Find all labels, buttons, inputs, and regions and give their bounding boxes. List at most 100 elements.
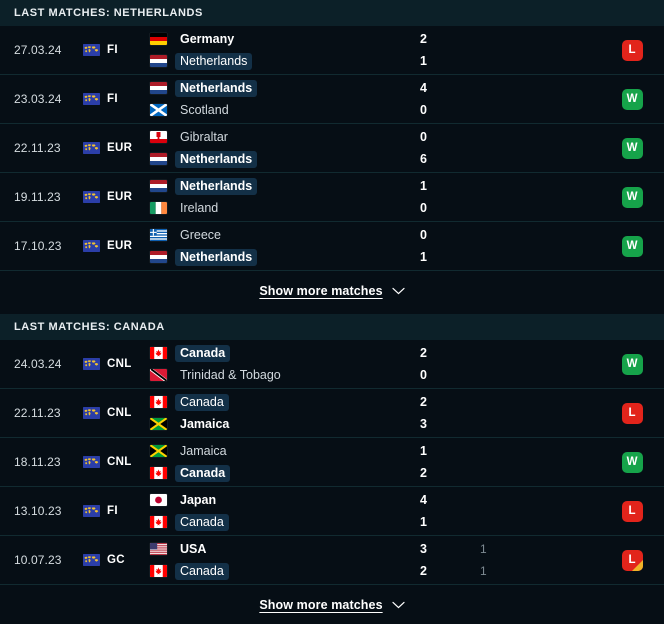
team-name-home: Netherlands [175,79,258,97]
flag-icon-nl [150,55,167,67]
score-away: 1 [420,250,427,264]
world-globe-icon [83,358,100,370]
result-column: L [600,536,664,584]
score-home: 1 [420,444,427,458]
show-more-matches-button[interactable]: Show more matches [0,271,664,310]
match-date: 22.11.23 [14,406,61,420]
result-letter: L [628,44,636,56]
team-line-home[interactable]: Canada [150,393,420,411]
result-letter: W [626,191,638,203]
score-column: 4 1 [420,487,480,535]
competition-abbr: EUR [107,142,133,154]
section-header-title: LAST MATCHES: CANADA [14,321,165,333]
competition-cell[interactable]: FI [72,487,144,535]
flag-icon-tt [150,369,167,381]
table-row[interactable]: 19.11.23 EUR Netherlands Ireland 1 0 W [0,173,664,222]
table-row[interactable]: 22.11.23 CNL Canada Jamaica 2 3 L [0,389,664,438]
team-name-home: Gibraltar [180,129,228,144]
table-row[interactable]: 27.03.24 FI Germany Netherlands 2 1 L [0,26,664,75]
table-row[interactable]: 22.11.23 EUR Gibraltar Netherlands 0 6 W [0,124,664,173]
score-home: 4 [420,81,427,95]
team-line-away[interactable]: Trinidad & Tobago [150,366,420,384]
result-letter: W [626,93,638,105]
score-away: 0 [420,103,427,117]
team-name-away: Canada [175,513,229,531]
score-away: 0 [420,368,427,382]
result-letter: W [626,240,638,252]
team-line-away[interactable]: Scotland [150,101,420,119]
competition-abbr: GC [107,554,125,566]
penalty-column [480,340,600,388]
result-column: W [600,222,664,270]
status-badge: L [621,402,643,424]
team-line-home[interactable]: Japan [150,491,420,509]
show-more-matches-button[interactable]: Show more matches [0,585,664,624]
competition-cell[interactable]: EUR [72,173,144,221]
team-name-home: USA [180,541,207,556]
score-away: 2 [420,564,427,578]
competition-cell[interactable]: CNL [72,340,144,388]
team-line-away[interactable]: Netherlands [150,52,420,70]
flag-icon-gi [150,131,167,143]
table-row[interactable]: 17.10.23 EUR Greece Netherlands 0 1 W [0,222,664,271]
team-line-home[interactable]: Germany [150,30,420,48]
team-line-home[interactable]: Netherlands [150,177,420,195]
flag-icon-us [150,543,167,555]
competition-cell[interactable]: EUR [72,124,144,172]
flag-icon-de [150,33,167,45]
match-date: 13.10.23 [14,504,62,518]
team-line-home[interactable]: Greece [150,226,420,244]
world-globe-icon [83,44,100,56]
match-date: 18.11.23 [14,455,61,469]
score-column: 4 0 [420,75,480,123]
competition-cell[interactable]: FI [72,75,144,123]
table-row[interactable]: 10.07.23 GC USA Canada 3 2 1 1 L [0,536,664,585]
score-away: 1 [420,54,427,68]
score-home: 3 [420,542,427,556]
result-letter: W [626,142,638,154]
world-globe-icon [83,93,100,105]
teams-column: Jamaica Canada [144,438,420,486]
competition-abbr: FI [107,505,118,517]
team-line-away[interactable]: Netherlands [150,248,420,266]
team-line-away[interactable]: Jamaica [150,415,420,433]
team-line-away[interactable]: Canada [150,562,420,580]
team-line-home[interactable]: Gibraltar [150,128,420,146]
result-letter: L [628,554,636,566]
team-line-home[interactable]: Jamaica [150,442,420,460]
penalty-column [480,487,600,535]
competition-cell[interactable]: CNL [72,389,144,437]
result-column: W [600,173,664,221]
team-line-home[interactable]: Netherlands [150,79,420,97]
teams-column: Greece Netherlands [144,222,420,270]
penalty-column [480,438,600,486]
competition-cell[interactable]: GC [72,536,144,584]
competition-cell[interactable]: FI [72,26,144,74]
penalty-column [480,124,600,172]
table-row[interactable]: 13.10.23 FI Japan Canada 4 1 L [0,487,664,536]
table-row[interactable]: 23.03.24 FI Netherlands Scotland 4 0 W [0,75,664,124]
flag-icon-ca [150,396,167,408]
team-name-away: Trinidad & Tobago [180,367,281,382]
flag-icon-ca [150,565,167,577]
team-name-home: Greece [180,227,221,242]
flag-icon-jp [150,494,167,506]
section-header-title: LAST MATCHES: NETHERLANDS [14,7,203,19]
score-away: 2 [420,466,427,480]
team-line-home[interactable]: Canada [150,344,420,362]
team-line-home[interactable]: USA [150,540,420,558]
team-line-away[interactable]: Netherlands [150,150,420,168]
score-home: 1 [420,179,427,193]
team-line-away[interactable]: Canada [150,464,420,482]
penalty-column [480,75,600,123]
table-row[interactable]: 18.11.23 CNL Jamaica Canada 1 2 W [0,438,664,487]
match-date: 10.07.23 [14,553,62,567]
result-letter: W [626,456,638,468]
team-line-away[interactable]: Ireland [150,199,420,217]
team-line-away[interactable]: Canada [150,513,420,531]
sections-container: LAST MATCHES: NETHERLANDS 27.03.24 FI Ge… [0,0,664,624]
table-row[interactable]: 24.03.24 CNL Canada Trinidad & Tobago 2 … [0,340,664,389]
world-globe-icon [83,456,100,468]
competition-cell[interactable]: EUR [72,222,144,270]
competition-cell[interactable]: CNL [72,438,144,486]
